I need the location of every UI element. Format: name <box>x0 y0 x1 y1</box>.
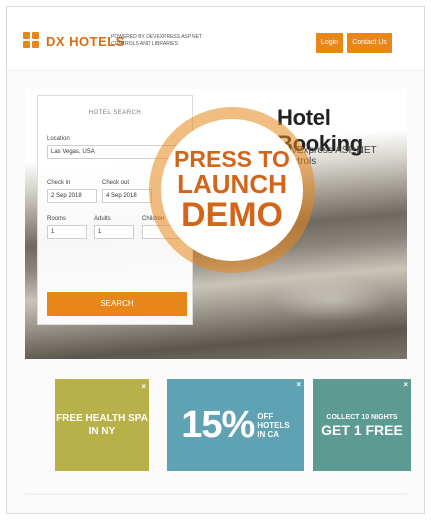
checkout-label: Check out <box>102 180 130 186</box>
footer-divider <box>25 493 407 495</box>
close-icon[interactable]: × <box>296 380 301 389</box>
promo-percent-caption: OFF HOTELS IN CA <box>257 412 289 439</box>
search-panel-title: HOTEL SEARCH <box>88 110 142 116</box>
adults-input[interactable]: 1 <box>94 225 134 239</box>
checkin-label: Check in <box>47 180 71 186</box>
checkin-date-input[interactable]: 2 Sep 2018 <box>47 189 97 203</box>
close-icon[interactable]: × <box>403 380 408 389</box>
promo-spa-text: FREE HEALTH SPA IN NY <box>56 413 148 437</box>
demo-preview[interactable]: DX HOTELS POWERED BY DEVEXPRESS ASP.NET … <box>6 6 425 514</box>
promo-free-top: COLLECT 10 NIGHTS <box>326 413 398 421</box>
promo-free-main: GET 1 FREE <box>321 421 403 438</box>
login-button[interactable]: Login <box>316 33 343 53</box>
logo[interactable]: DX HOTELS <box>23 32 125 50</box>
rooms-label: Rooms <box>47 216 67 222</box>
rooms-input[interactable]: 1 <box>47 225 87 239</box>
promo-percent-location: IN CA <box>257 429 280 439</box>
adults-label: Adults <box>94 216 111 222</box>
site-header: DX HOTELS POWERED BY DEVEXPRESS ASP.NET … <box>7 7 424 71</box>
promo-tile-spa[interactable]: × FREE HEALTH SPA IN NY <box>55 379 149 471</box>
promo-tile-discount[interactable]: × 15% OFF HOTELS IN CA <box>167 379 304 471</box>
close-icon[interactable]: × <box>141 380 146 393</box>
logo-icon <box>23 32 41 50</box>
search-button[interactable]: SEARCH <box>47 292 187 316</box>
location-label: Location <box>47 136 70 142</box>
launch-demo-button[interactable]: PRESS TO LAUNCH DEMO <box>161 119 303 261</box>
promo-free-text: COLLECT 10 NIGHTS GET 1 FREE <box>321 413 403 438</box>
promo-percent-off: OFF <box>257 411 274 421</box>
demo-text-line3: DEMO <box>181 196 283 234</box>
promo-percent-hotels: HOTELS <box>257 420 290 430</box>
promo-percent: 15% <box>181 403 255 446</box>
contact-us-button[interactable]: Contact Us <box>347 33 392 53</box>
demo-text-line1: PRESS TO <box>174 146 290 172</box>
demo-text-line2: LAUNCH <box>177 169 287 199</box>
checkout-date-input[interactable]: 4 Sep 2018 <box>102 189 152 203</box>
tagline: POWERED BY DEVEXPRESS ASP.NET CONTROLS A… <box>111 34 202 47</box>
promo-tile-free-night[interactable]: × COLLECT 10 NIGHTS GET 1 FREE <box>313 379 411 471</box>
